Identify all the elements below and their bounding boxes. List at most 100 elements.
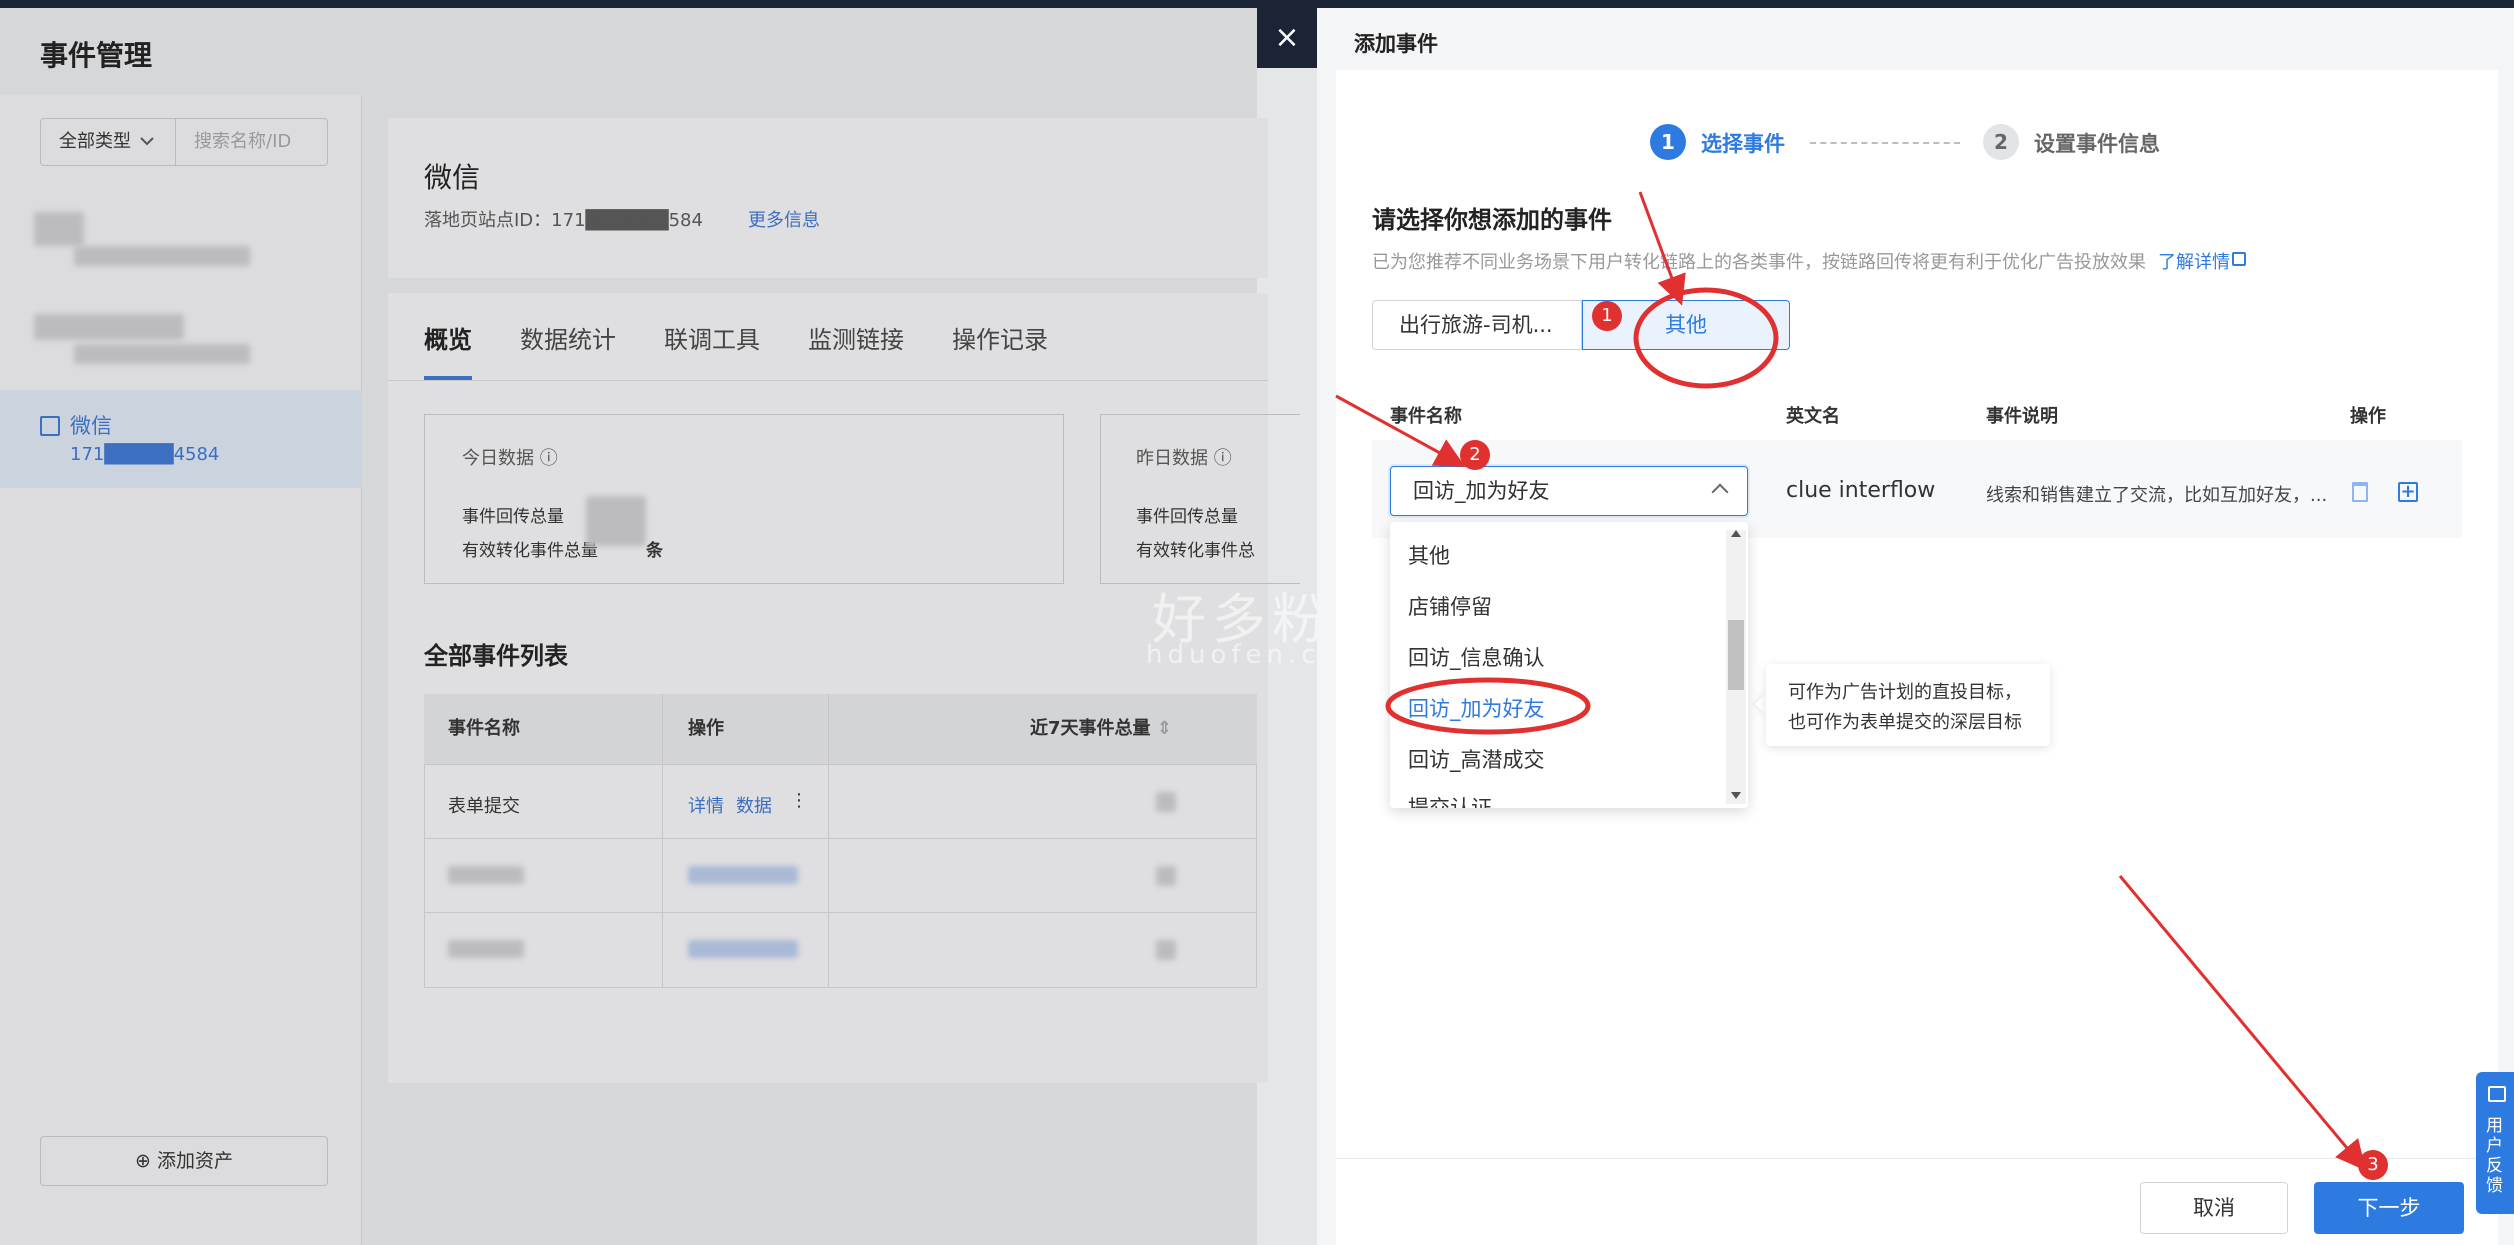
dropdown-option[interactable]: 其他 <box>1408 540 1450 570</box>
asset-tabs: 概览 数据统计 联调工具 监测链接 操作记录 <box>424 320 1048 355</box>
tab-monitor-links[interactable]: 监测链接 <box>808 320 904 355</box>
layout-icon <box>40 416 60 436</box>
annotation-badge: 2 <box>1460 440 1490 470</box>
dropdown-option[interactable]: 店铺停留 <box>1408 591 1492 621</box>
row-divider <box>424 912 1257 913</box>
feedback-label: 用户反馈 <box>2486 1116 2503 1196</box>
col-event-desc: 事件说明 <box>1986 406 2058 427</box>
blurred-value <box>1156 866 1176 886</box>
segment-travel-driver[interactable]: 出行旅游-司机... <box>1372 300 1582 350</box>
scroll-up-icon[interactable] <box>1731 530 1741 537</box>
asset-sidebar <box>0 95 362 1245</box>
tooltip-line: 也可作为表单提交的深层目标 <box>1788 712 2022 733</box>
asset-search-input[interactable]: 搜索名称/ID <box>176 118 328 166</box>
annotation-badge: 3 <box>2358 1150 2388 1180</box>
add-asset-button[interactable]: ⊕ 添加资产 <box>40 1136 328 1186</box>
today-total-label: 事件回传总量 <box>462 507 564 527</box>
delete-icon[interactable] <box>2352 482 2368 502</box>
today-unit: 条 <box>646 541 663 561</box>
col-action: 操作 <box>2350 406 2386 427</box>
cancel-button[interactable]: 取消 <box>2140 1182 2288 1234</box>
annotation-badge: 1 <box>1592 301 1622 331</box>
yesterday-effective-label: 有效转化事件总 <box>1136 541 1255 561</box>
step-1-label: 选择事件 <box>1701 132 1785 156</box>
dropdown-option[interactable]: 回访_高潜成交 <box>1408 744 1545 774</box>
more-icon[interactable]: ⋮ <box>790 790 808 811</box>
detail-link[interactable]: 详情 <box>688 792 724 818</box>
page-title: 事件管理 <box>40 39 153 72</box>
site-id: 落地页站点ID：171██████584 <box>424 210 703 231</box>
col-event-name: 事件名称 <box>448 718 520 739</box>
dropdown-option-selected[interactable]: 回访_加为好友 <box>1408 693 1545 723</box>
row-divider <box>424 838 1257 839</box>
next-step-button[interactable]: 下一步 <box>2314 1182 2464 1234</box>
sidebar-item-id: 171█████4584 <box>70 444 220 465</box>
add-row-icon[interactable]: + <box>2398 482 2418 502</box>
tab-data-stats[interactable]: 数据统计 <box>520 320 616 355</box>
tab-debug-tools[interactable]: 联调工具 <box>664 320 760 355</box>
col-divider <box>662 694 663 988</box>
step-connector <box>1810 142 1960 144</box>
message-icon <box>2488 1086 2506 1102</box>
drawer-title: 添加事件 <box>1354 32 1438 56</box>
blurred-row <box>448 940 524 958</box>
yesterday-total-label: 事件回传总量 <box>1136 507 1238 527</box>
help-icon: ⓘ <box>1213 448 1232 469</box>
blurred-asset-icon <box>34 314 184 340</box>
sidebar-item-name: 微信 <box>70 414 112 438</box>
event-description-value: 线索和销售建立了交流，比如互加好友，... <box>1986 485 2328 506</box>
blurred-value <box>586 496 646 546</box>
close-icon: × <box>1274 20 1300 55</box>
step-2-label: 设置事件信息 <box>2034 132 2160 156</box>
chevron-down-icon <box>140 137 154 146</box>
asset-title: 微信 <box>424 161 481 194</box>
col-actions: 操作 <box>688 718 724 739</box>
asset-info-card <box>388 118 1268 278</box>
data-link[interactable]: 数据 <box>736 792 772 818</box>
col-event-name: 事件名称 <box>1390 406 1462 427</box>
add-asset-label: 添加资产 <box>156 1150 233 1172</box>
row-divider <box>424 764 1257 765</box>
sidebar-item-wechat[interactable] <box>0 390 362 488</box>
section-description: 已为您推荐不同业务场景下用户转化链路上的各类事件，按链路回传将更有利于优化广告投… <box>1372 252 2146 273</box>
option-tooltip: 可作为广告计划的直投目标， 也可作为表单提交的深层目标 <box>1766 664 2050 746</box>
section-title: 请选择你想添加的事件 <box>1372 206 1612 234</box>
blurred-row <box>448 866 524 884</box>
help-icon: ⓘ <box>539 448 558 469</box>
type-filter-select[interactable]: 全部类型 <box>40 118 176 166</box>
blurred-asset-text <box>74 246 250 266</box>
col-7day-total[interactable]: 近7天事件总量 ⇕ <box>1030 694 1172 764</box>
today-label: 今日数据 ⓘ <box>462 448 558 469</box>
scrollbar-thumb[interactable] <box>1728 620 1744 690</box>
blurred-asset-icon <box>34 212 84 246</box>
today-effective-label: 有效转化事件总量 <box>462 541 598 561</box>
tab-overview[interactable]: 概览 <box>424 320 472 355</box>
col-english-name: 英文名 <box>1786 406 1840 427</box>
blurred-row-links <box>688 940 798 958</box>
event-list-title: 全部事件列表 <box>424 642 568 670</box>
blurred-asset-text <box>74 344 250 364</box>
table-row-name: 表单提交 <box>448 796 520 817</box>
scroll-down-icon[interactable] <box>1731 792 1741 799</box>
step-1-number: 1 <box>1650 124 1686 160</box>
more-info-link[interactable]: 更多信息 <box>748 206 820 232</box>
tab-operation-log[interactable]: 操作记录 <box>952 320 1048 355</box>
yesterday-label: 昨日数据 ⓘ <box>1136 448 1232 469</box>
footer-divider <box>1336 1158 2498 1159</box>
step-2-number: 2 <box>1983 124 2019 160</box>
sort-icon: ⇕ <box>1156 718 1172 739</box>
blurred-value <box>1156 792 1176 812</box>
dropdown-option[interactable]: 提交认证 <box>1408 795 1492 808</box>
event-name-select[interactable]: 回访_加为好友 <box>1390 466 1748 516</box>
learn-more-link[interactable]: 了解详情 <box>2158 248 2230 274</box>
blurred-value <box>1156 940 1176 960</box>
tooltip-line: 可作为广告计划的直投目标， <box>1788 682 2022 703</box>
english-name-value: clue interflow <box>1786 478 1936 503</box>
tab-divider <box>388 380 1268 381</box>
blurred-row-links <box>688 866 798 884</box>
dropdown-option[interactable]: 回访_信息确认 <box>1408 642 1545 672</box>
close-drawer-button[interactable]: × <box>1257 8 1317 68</box>
external-link-icon <box>2232 252 2246 266</box>
plus-circle-icon: ⊕ <box>135 1150 151 1172</box>
col-divider <box>828 694 829 988</box>
